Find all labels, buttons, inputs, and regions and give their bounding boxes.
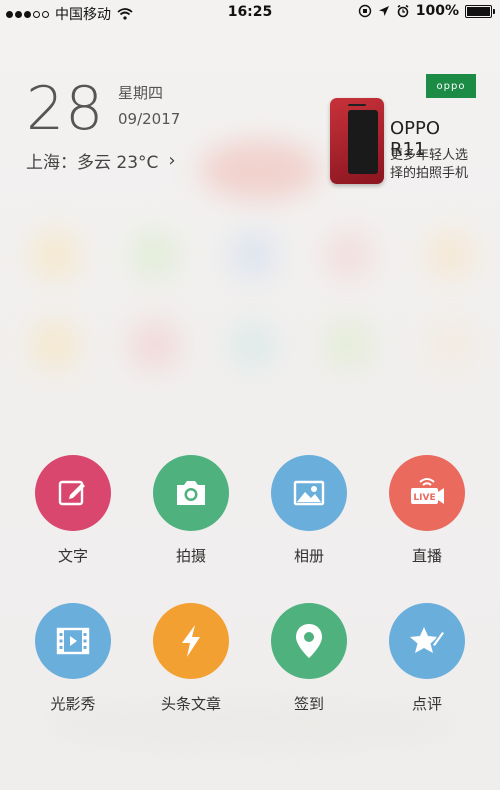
status-right: 100% (358, 3, 495, 19)
action-item-light-show[interactable]: 光影秀 (18, 603, 128, 714)
alarm-icon (397, 4, 409, 18)
date-day: 28 (26, 74, 105, 144)
month-year: 09/2017 (118, 110, 181, 128)
ad-banner[interactable]: oppo OPPO R11 更多年轻人选 择的拍照手机 (330, 74, 476, 186)
star-pen-icon (410, 627, 446, 653)
action-item-review[interactable]: 点评 (372, 603, 482, 714)
action-circle-live[interactable]: LIVE (389, 455, 465, 531)
action-circle-camera[interactable] (153, 455, 229, 531)
action-label: 拍摄 (175, 547, 206, 565)
action-circle-text[interactable] (35, 455, 111, 531)
action-item-camera[interactable]: 拍摄 (136, 455, 246, 566)
action-label: 直播 (411, 547, 442, 565)
phone-image (330, 98, 384, 184)
action-label: 点评 (411, 695, 442, 713)
action-item-checkin[interactable]: 签到 (254, 603, 364, 714)
orientation-lock-icon (358, 4, 371, 18)
svg-text:LIVE: LIVE (413, 493, 435, 503)
battery-percent: 100% (415, 3, 459, 19)
live-icon: LIVE (411, 478, 444, 504)
edit-icon (58, 480, 85, 506)
action-item-text[interactable]: 文字 (18, 455, 128, 566)
location-icon (378, 6, 389, 16)
weekday: 星期四 (118, 84, 164, 102)
chevron-right-icon: › (168, 150, 176, 171)
action-label: 头条文章 (160, 695, 221, 713)
ad-subtitle-line1: 更多年轻人选 (390, 148, 469, 163)
action-circle-checkin[interactable] (271, 603, 347, 679)
action-item-album[interactable]: 相册 (254, 455, 364, 566)
battery-icon (465, 4, 495, 18)
action-circle-headline[interactable] (153, 603, 229, 679)
camera-icon (177, 481, 205, 505)
status-bar: 中国移动 16:25 100% (0, 0, 500, 26)
weather-text: 上海：多云 23°C (26, 153, 159, 173)
lightning-icon (182, 625, 200, 657)
ad-subtitle-line2: 择的拍照手机 (390, 166, 469, 181)
film-icon (56, 627, 90, 655)
action-label: 文字 (57, 547, 88, 565)
action-label: 签到 (293, 695, 324, 713)
weather-row[interactable]: 上海：多云 23°C › (26, 148, 176, 173)
action-item-live[interactable]: LIVE 直播 (372, 455, 482, 566)
action-circle-review[interactable] (389, 603, 465, 679)
action-label: 光影秀 (50, 695, 96, 713)
action-label: 相册 (293, 547, 324, 565)
action-circle-light-show[interactable] (35, 603, 111, 679)
action-circle-album[interactable] (271, 455, 347, 531)
oppo-logo: oppo (426, 74, 476, 98)
action-item-headline[interactable]: 头条文章 (136, 603, 246, 714)
image-icon (293, 480, 325, 506)
location-pin-icon (296, 624, 322, 658)
